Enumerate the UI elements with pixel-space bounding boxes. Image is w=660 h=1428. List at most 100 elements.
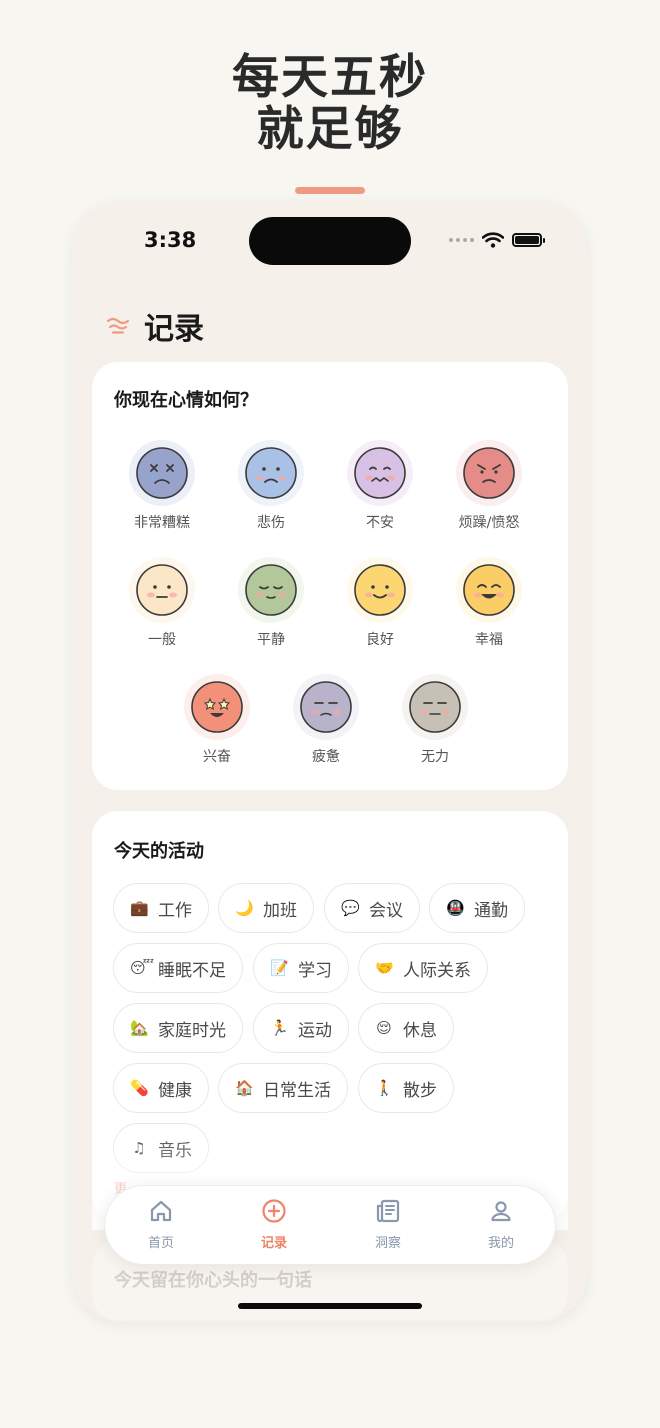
activity-chip[interactable]: 🌙 加班 xyxy=(218,883,314,933)
activity-chip-label: 睡眠不足 xyxy=(158,960,226,981)
tab-insight[interactable]: 洞察 xyxy=(348,1198,428,1251)
activity-chip-label: 加班 xyxy=(263,900,297,921)
activity-chip-icon: 🚶 xyxy=(375,1079,394,1097)
activity-chip-label: 日常生活 xyxy=(263,1080,331,1101)
promo-line-1: 每天五秒 xyxy=(232,50,428,105)
promo-headline: 每天五秒 就足够 xyxy=(0,52,660,156)
mood-card: 你现在心情如何？ 非常糟糕 悲伤 不安 烦躁/愤怒一般 平静 良好 幸福兴奋 疲惫 无力 xyxy=(92,362,568,790)
diary-title: 今天留在你心头的一句话 xyxy=(114,1270,312,1291)
mood-option[interactable]: 幸福 xyxy=(439,557,539,649)
activity-chip[interactable]: 🏡 家庭时光 xyxy=(113,1003,243,1053)
mood-face-icon xyxy=(184,674,250,740)
mood-face-icon xyxy=(456,557,522,623)
tab-profile[interactable]: 我的 xyxy=(461,1198,541,1251)
activity-chip-label: 健康 xyxy=(158,1080,192,1101)
activity-chip[interactable]: 💼 工作 xyxy=(113,883,209,933)
activity-chip-label: 散步 xyxy=(403,1080,437,1101)
mood-face-icon xyxy=(129,557,195,623)
mood-option[interactable]: 良好 xyxy=(330,557,430,649)
mood-label: 无力 xyxy=(421,749,449,765)
activity-title: 今天的活动 xyxy=(114,841,204,862)
mood-face-icon xyxy=(456,440,522,506)
mood-option[interactable]: 烦躁/愤怒 xyxy=(439,440,539,532)
activity-chip-icon: 🤝 xyxy=(375,959,394,977)
activity-chip-label: 人际关系 xyxy=(403,960,471,981)
mood-option[interactable]: 一般 xyxy=(112,557,212,649)
mood-label: 非常糟糕 xyxy=(134,515,190,531)
newspaper-icon xyxy=(376,1199,400,1223)
dynamic-island xyxy=(249,217,411,265)
mood-label: 不安 xyxy=(366,515,394,531)
activity-chip-label: 运动 xyxy=(298,1020,332,1041)
activity-chip[interactable]: 🏠 日常生活 xyxy=(218,1063,348,1113)
mood-face-icon xyxy=(402,674,468,740)
mood-question: 你现在心情如何？ xyxy=(114,390,258,411)
activity-chip-label: 休息 xyxy=(403,1020,437,1041)
battery-icon xyxy=(512,233,545,247)
activity-chip-icon: 🚇 xyxy=(446,899,465,917)
tab-home[interactable]: 首页 xyxy=(121,1198,201,1251)
activity-chip[interactable]: 🏃 运动 xyxy=(253,1003,349,1053)
page-header: 记录 xyxy=(106,304,204,348)
mood-option[interactable]: 无力 xyxy=(385,674,485,766)
promo-accent-bar xyxy=(295,187,365,194)
activity-chip[interactable]: 🚶 散步 xyxy=(358,1063,454,1113)
mood-option[interactable]: 悲伤 xyxy=(221,440,321,532)
status-time: 3:38 xyxy=(144,228,197,252)
activity-chip-icon: 💊 xyxy=(130,1079,149,1097)
activity-chip[interactable]: 😌 休息 xyxy=(358,1003,454,1053)
wave-menu-icon[interactable] xyxy=(106,317,130,335)
home-indicator xyxy=(238,1303,422,1309)
activity-chip[interactable]: 🚇 通勤 xyxy=(429,883,525,933)
activity-chip-icon: 😌 xyxy=(376,1019,392,1037)
user-icon xyxy=(491,1201,511,1222)
activity-chip-label: 会议 xyxy=(369,900,403,921)
activity-chip-label: 工作 xyxy=(158,900,192,921)
mood-face-icon xyxy=(238,557,304,623)
mood-label: 良好 xyxy=(366,632,394,648)
activity-chip[interactable]: 😴 睡眠不足 xyxy=(113,943,243,993)
activity-chip-label: 家庭时光 xyxy=(158,1020,226,1041)
tab-profile-label: 我的 xyxy=(487,1236,514,1251)
home-icon xyxy=(150,1200,172,1222)
activity-chip-icon: 💬 xyxy=(341,899,360,917)
tab-home-label: 首页 xyxy=(147,1236,174,1251)
activity-chip-label: 通勤 xyxy=(474,900,508,921)
signal-dots-icon xyxy=(449,238,474,242)
mood-option[interactable]: 兴奋 xyxy=(167,674,267,766)
activity-chip-icon: 📝 xyxy=(270,959,289,977)
phone-frame: 3:38 记录 你现在心情如何？ 非常糟糕 悲伤 不安 烦躁/愤怒一般 平静 良好 幸福兴奋… xyxy=(72,200,588,1322)
mood-option[interactable]: 不安 xyxy=(330,440,430,532)
mood-label: 平静 xyxy=(257,632,285,648)
wifi-icon xyxy=(482,232,504,248)
mood-label: 烦躁/愤怒 xyxy=(458,515,520,531)
page-title: 记录 xyxy=(144,312,204,347)
activity-chip[interactable]: 💊 健康 xyxy=(113,1063,209,1113)
mood-face-icon xyxy=(129,440,195,506)
activity-chip-icon: 🌙 xyxy=(235,899,254,917)
tab-record-label: 记录 xyxy=(260,1236,287,1251)
mood-face-icon xyxy=(238,440,304,506)
mood-label: 一般 xyxy=(148,632,176,648)
mood-face-icon xyxy=(293,674,359,740)
mood-face-icon xyxy=(347,440,413,506)
activity-chip[interactable]: 📝 学习 xyxy=(253,943,349,993)
activity-chip[interactable]: 💬 会议 xyxy=(324,883,420,933)
mood-face-icon xyxy=(347,557,413,623)
activity-chip-icon: 🏡 xyxy=(130,1019,149,1037)
mood-label: 兴奋 xyxy=(203,749,231,765)
activity-chip-icon: 💼 xyxy=(130,899,149,917)
mood-option[interactable]: 平静 xyxy=(221,557,321,649)
activity-chip-label: 学习 xyxy=(298,960,332,981)
mood-label: 疲惫 xyxy=(312,749,340,765)
activity-chip-icon: 😴 xyxy=(130,959,155,977)
activity-chip-icon: 🏠 xyxy=(235,1079,254,1097)
activity-chip[interactable]: 🤝 人际关系 xyxy=(358,943,488,993)
mood-option[interactable]: 疲惫 xyxy=(276,674,376,766)
tab-insight-label: 洞察 xyxy=(374,1236,401,1251)
activity-chip-icon: 🏃 xyxy=(270,1019,289,1037)
mood-label: 幸福 xyxy=(475,632,503,648)
mood-option[interactable]: 非常糟糕 xyxy=(112,440,212,532)
tab-record[interactable]: 记录 xyxy=(234,1198,314,1251)
mood-label: 悲伤 xyxy=(257,515,285,531)
